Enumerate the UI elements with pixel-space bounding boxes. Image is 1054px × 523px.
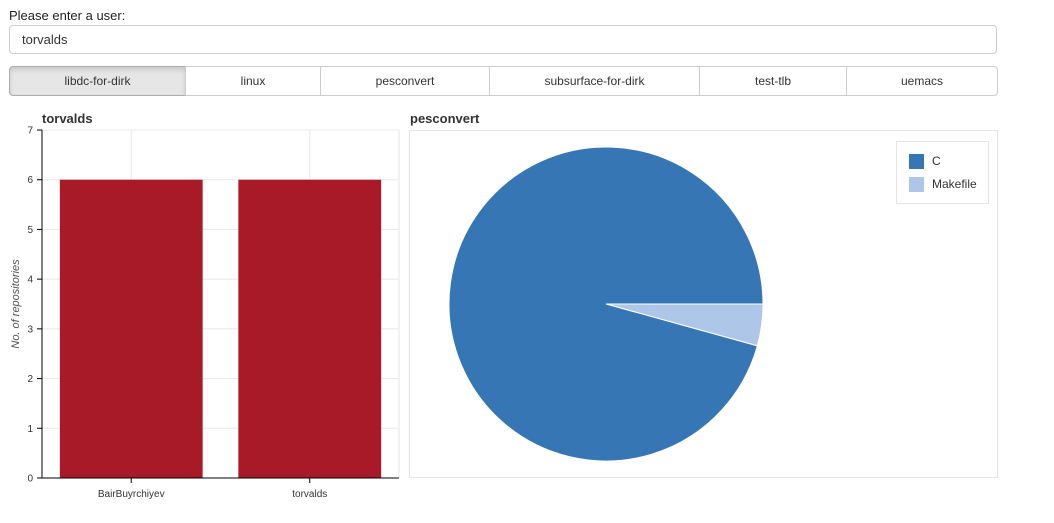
tab-uemacs[interactable]: uemacs <box>846 66 998 96</box>
tab-linux[interactable]: linux <box>185 66 321 96</box>
legend-item-c: C <box>909 152 941 170</box>
y-tick-label: 2 <box>27 374 33 385</box>
pie-legend: C Makefile <box>896 141 989 204</box>
pie-chart-panel: C Makefile <box>409 130 998 478</box>
user-input[interactable] <box>9 25 997 54</box>
pie-slice-c[interactable] <box>448 146 764 462</box>
y-tick-label: 1 <box>27 424 33 435</box>
legend-label-makefile: Makefile <box>932 177 977 191</box>
legend-item-makefile: Makefile <box>909 175 977 193</box>
tab-libdc-for-dirk[interactable]: libdc-for-dirk <box>9 66 186 96</box>
y-tick-label: 5 <box>27 225 33 236</box>
repo-tab-bar: libdc-for-dirk linux pesconvert subsurfa… <box>9 66 998 96</box>
y-tick-label: 7 <box>27 126 33 137</box>
legend-swatch-makefile <box>909 176 924 192</box>
pie-chart-title: pesconvert <box>410 111 480 126</box>
x-tick-label: BairBuyrchiyev <box>98 489 165 500</box>
y-tick-label: 3 <box>27 324 33 335</box>
user-label: Please enter a user: <box>9 8 126 23</box>
tab-subsurface-for-dirk[interactable]: subsurface-for-dirk <box>489 66 700 96</box>
bar-bairbuyrchiyev[interactable] <box>59 179 203 478</box>
tab-pesconvert[interactable]: pesconvert <box>320 66 490 96</box>
bar-chart: 0 1 2 3 4 5 6 7 BairBuyrchiyev torvalds No. of rep… <box>10 126 400 500</box>
y-tick-label: 0 <box>27 474 33 485</box>
y-axis-label: No. of repositories <box>10 259 22 349</box>
tab-test-tlb[interactable]: test-tlb <box>699 66 847 96</box>
x-tick-label: torvalds <box>292 489 327 500</box>
legend-swatch-c <box>909 153 924 169</box>
y-tick-label: 4 <box>27 275 33 286</box>
legend-label-c: C <box>932 154 941 168</box>
y-tick-label: 6 <box>27 175 33 186</box>
bar-torvalds[interactable] <box>238 179 382 478</box>
